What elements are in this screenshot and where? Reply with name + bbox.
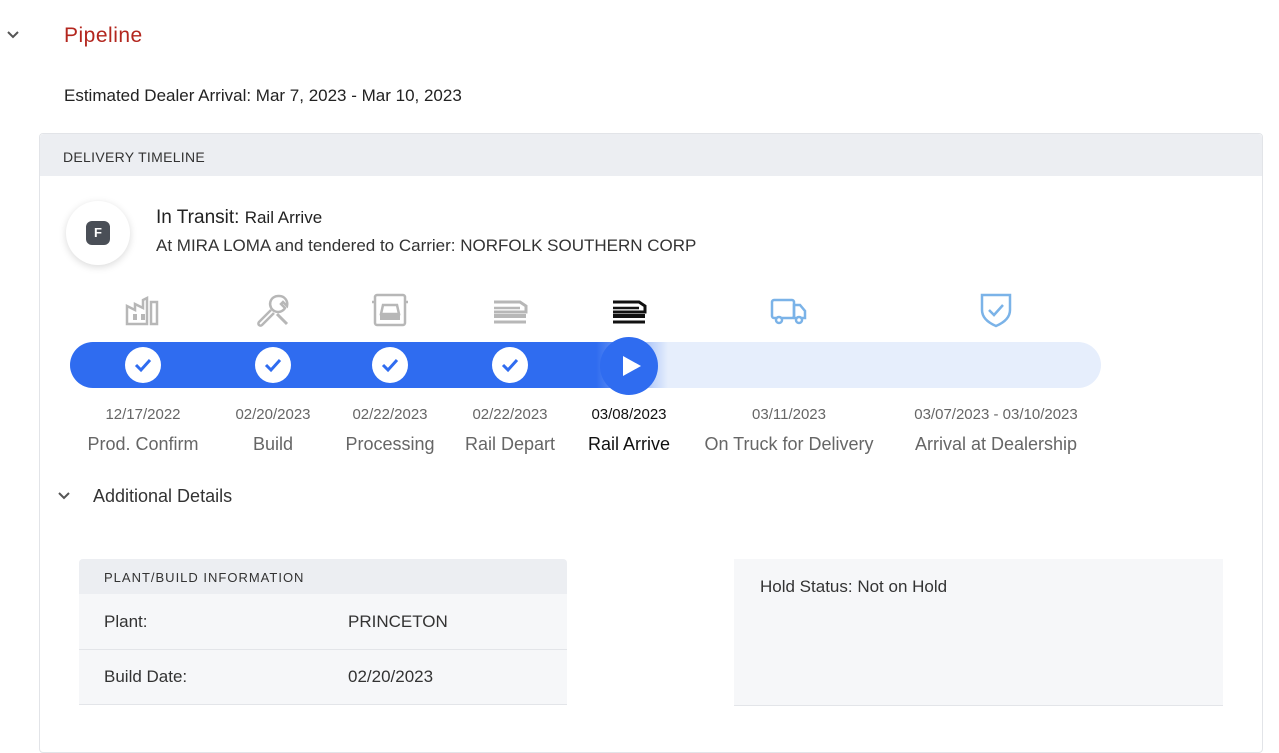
current-step-marker — [600, 337, 658, 395]
hold-status: Hold Status: Not on Hold — [760, 577, 948, 596]
additional-details-toggle[interactable]: Additional Details — [93, 486, 232, 507]
collapse-details-icon[interactable] — [58, 486, 70, 505]
build-date-row: Build Date: 02/20/2023 — [79, 649, 567, 705]
step-complete-check — [492, 347, 528, 383]
brand-badge: F — [86, 221, 110, 245]
step-date: 03/11/2023 — [752, 406, 826, 423]
step-label[interactable]: Arrival at Dealership — [886, 434, 1106, 455]
plant-info-panel: PLANT/BUILD INFORMATION Plant: PRINCETON… — [79, 559, 567, 705]
brand-logo: F — [66, 201, 130, 265]
status-line: In Transit: Rail Arrive — [156, 207, 322, 229]
plant-info-header: PLANT/BUILD INFORMATION — [79, 559, 567, 594]
wrench-icon — [253, 290, 293, 330]
status-sub: Rail Arrive — [244, 208, 323, 227]
plant-row: Plant: PRINCETON — [79, 594, 567, 650]
build-date-value: 02/20/2023 — [348, 667, 434, 686]
step-label[interactable]: On Truck for Delivery — [679, 434, 899, 455]
plant-key: Plant: — [104, 612, 148, 631]
hold-status-panel: Hold Status: Not on Hold — [734, 559, 1223, 706]
timeline-track — [70, 342, 1101, 388]
status-detail: At MIRA LOMA and tendered to Carrier: NO… — [156, 236, 697, 255]
step-complete-check — [125, 347, 161, 383]
step-date: 03/07/2023 - 03/10/2023 — [914, 406, 1078, 423]
rail-car-icon — [609, 290, 649, 330]
truck-icon — [769, 290, 809, 330]
car-front-icon — [370, 290, 410, 330]
build-date-key: Build Date: — [104, 667, 188, 686]
section-title: Pipeline — [64, 24, 143, 47]
shield-check-icon — [976, 290, 1016, 330]
rail-car-icon — [490, 290, 530, 330]
card-header-title: DELIVERY TIMELINE — [63, 149, 206, 165]
estimated-arrival: Estimated Dealer Arrival: Mar 7, 2023 - … — [64, 86, 462, 105]
step-complete-check — [255, 347, 291, 383]
collapse-pipeline-icon[interactable] — [7, 26, 19, 42]
step-complete-check — [372, 347, 408, 383]
plant-value: PRINCETON — [348, 612, 448, 631]
factory-icon — [123, 290, 163, 330]
status-main: In Transit: — [156, 207, 240, 228]
card-header: DELIVERY TIMELINE — [40, 134, 1262, 176]
plant-info-title: PLANT/BUILD INFORMATION — [104, 570, 305, 585]
